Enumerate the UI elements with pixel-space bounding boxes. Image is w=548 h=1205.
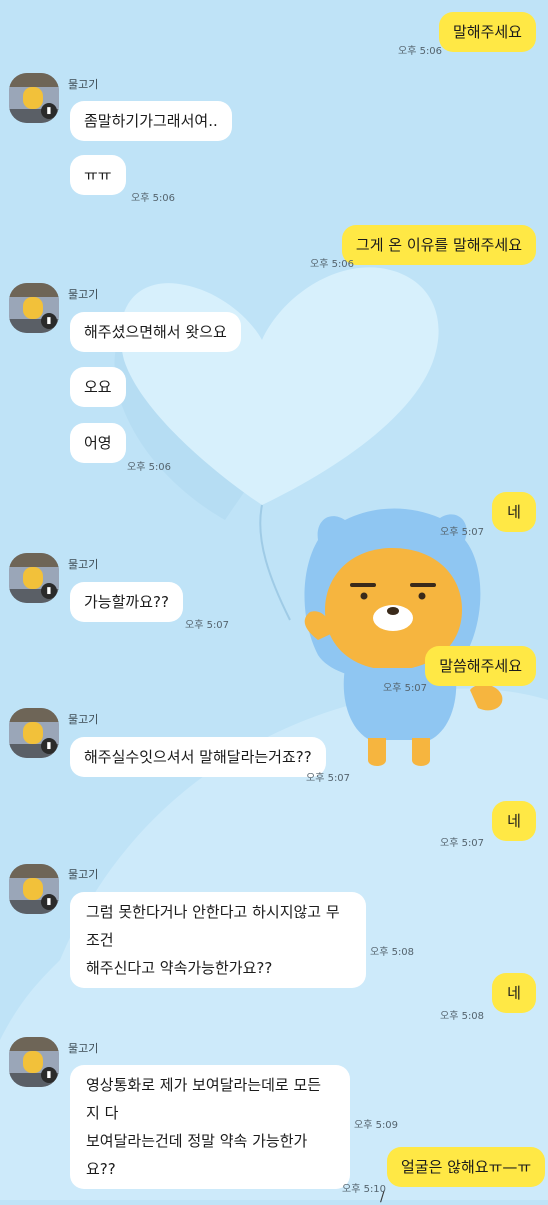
sender-name: 물고기 xyxy=(68,868,99,881)
sender-name: 물고기 xyxy=(68,288,99,301)
sender-name: 물고기 xyxy=(68,713,99,726)
menu-badge-icon: ▮ xyxy=(41,1067,57,1083)
sender-name: 물고기 xyxy=(68,1042,99,1055)
sender-name: 물고기 xyxy=(68,558,99,571)
message-timestamp: 오후 5:08 xyxy=(370,947,415,958)
message-bubble-outgoing[interactable]: 말해주세요 xyxy=(438,12,536,52)
chat-area: 말해주세요 오후 5:06 ▮ 물고기 좀말하기가그래서여.. ㅠㅠ 오후 5:… xyxy=(0,0,548,1205)
message-bubble-incoming[interactable]: 오요 xyxy=(70,367,126,407)
message-bubble-incoming[interactable]: 그럼 못한다거나 안한다고 하시지않고 무조건 해주신다고 약속가능한가요?? xyxy=(70,892,366,988)
message-line: 해주신다고 약속가능한가요?? xyxy=(86,959,273,977)
message-bubble-incoming[interactable]: 어영 xyxy=(70,423,126,463)
message-timestamp: 오후 5:07 xyxy=(383,683,428,694)
avatar[interactable]: ▮ xyxy=(9,864,59,914)
message-bubble-outgoing[interactable]: 말씀해주세요 xyxy=(425,646,536,686)
menu-badge-icon: ▮ xyxy=(41,313,57,329)
message-bubble-outgoing[interactable]: 네 xyxy=(492,492,536,532)
avatar[interactable]: ▮ xyxy=(9,553,59,603)
menu-badge-icon: ▮ xyxy=(41,103,57,119)
message-timestamp: 오후 5:06 xyxy=(310,259,355,270)
avatar[interactable]: ▮ xyxy=(9,283,59,333)
avatar[interactable]: ▮ xyxy=(9,1037,59,1087)
message-line: 영상통화로 제가 보여달라는데로 모든지 다 xyxy=(86,1076,322,1122)
message-line: 보여달라는건데 정말 약속 가능한가요?? xyxy=(86,1132,308,1178)
message-timestamp: 오후 5:06 xyxy=(127,462,172,473)
message-bubble-incoming[interactable]: 가능할까요?? xyxy=(70,582,183,622)
message-timestamp: 오후 5:07 xyxy=(440,527,485,538)
message-bubble-incoming[interactable]: 해주셨으면해서 왓으요 xyxy=(70,312,241,352)
message-bubble-incoming[interactable]: 좀말하기가그래서여.. xyxy=(70,101,232,141)
menu-badge-icon: ▮ xyxy=(41,738,57,754)
message-bubble-outgoing[interactable]: 그게 온 이유를 말해주세요 xyxy=(341,225,536,265)
message-bubble-incoming[interactable]: 해주실수잇으셔서 말해달라는거죠?? xyxy=(70,737,326,777)
menu-badge-icon: ▮ xyxy=(41,583,57,599)
message-timestamp: 오후 5:06 xyxy=(131,193,176,204)
avatar[interactable]: ▮ xyxy=(9,708,59,758)
message-timestamp: 오후 5:09 xyxy=(354,1120,399,1131)
message-timestamp: 오후 5:07 xyxy=(440,838,485,849)
message-bubble-outgoing[interactable]: 네 xyxy=(492,973,536,1013)
message-line: 그럼 못한다거나 안한다고 하시지않고 무조건 xyxy=(86,903,340,949)
sender-name: 물고기 xyxy=(68,78,99,91)
menu-badge-icon: ▮ xyxy=(41,894,57,910)
message-timestamp: 오후 5:06 xyxy=(398,46,443,57)
message-bubble-incoming[interactable]: 영상통화로 제가 보여달라는데로 모든지 다 보여달라는건데 정말 약속 가능한… xyxy=(70,1065,350,1189)
message-timestamp: 오후 5:07 xyxy=(306,773,351,784)
message-timestamp: 오후 5:10 xyxy=(342,1184,387,1195)
avatar[interactable]: ▮ xyxy=(9,73,59,123)
message-timestamp: 오후 5:08 xyxy=(440,1011,485,1022)
message-bubble-outgoing[interactable]: 얼굴은 않해요ㅠ—ㅠ xyxy=(387,1147,546,1187)
message-timestamp: 오후 5:07 xyxy=(185,620,230,631)
message-bubble-outgoing[interactable]: 네 xyxy=(492,801,536,841)
message-bubble-incoming[interactable]: ㅠㅠ xyxy=(70,155,126,195)
